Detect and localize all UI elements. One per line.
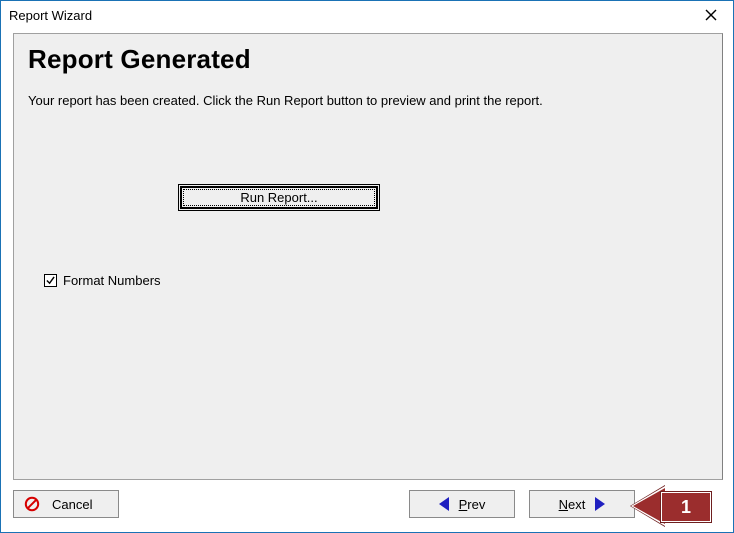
wizard-window: Report Wizard Report Generated Your repo… [0, 0, 734, 533]
step-number: 1 [661, 492, 711, 522]
next-button[interactable]: Next [529, 490, 635, 518]
run-report-button[interactable]: Run Report... [180, 186, 378, 209]
button-row: Cancel Prev Next Finish [13, 488, 723, 522]
prev-label: Prev [459, 497, 486, 512]
chevron-left-icon [439, 497, 449, 511]
cancel-label: Cancel [52, 497, 92, 512]
page-heading: Report Generated [28, 44, 708, 75]
close-icon [705, 9, 717, 21]
title-bar: Report Wizard [1, 1, 733, 29]
next-label: Next [559, 497, 586, 512]
cancel-icon [24, 496, 40, 512]
prev-button[interactable]: Prev [409, 490, 515, 518]
content-panel: Report Generated Your report has been cr… [13, 33, 723, 480]
step-callout: 1 [633, 488, 711, 524]
window-title: Report Wizard [9, 8, 92, 23]
cancel-button[interactable]: Cancel [13, 490, 119, 518]
chevron-right-icon [595, 497, 605, 511]
format-numbers-row[interactable]: Format Numbers [44, 273, 708, 288]
instruction-text: Your report has been created. Click the … [28, 93, 708, 108]
format-numbers-label: Format Numbers [63, 273, 161, 288]
checkmark-icon [46, 276, 55, 285]
close-button[interactable] [689, 1, 733, 29]
format-numbers-checkbox[interactable] [44, 274, 57, 287]
